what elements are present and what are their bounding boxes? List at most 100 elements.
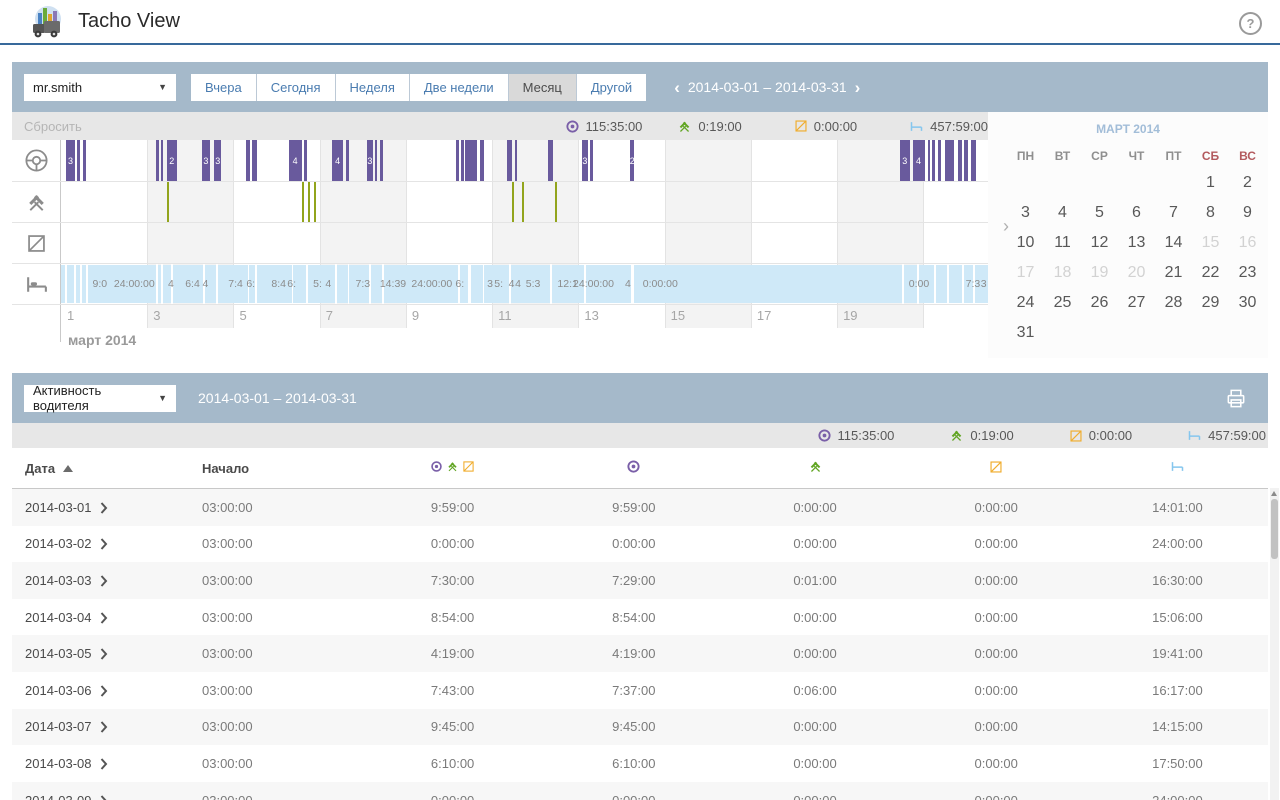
rest-duration-label: 7:3 — [356, 264, 371, 304]
calendar-day[interactable]: 31 — [1007, 318, 1044, 348]
rest-duration-label: 5:3 — [526, 264, 541, 304]
table-row[interactable]: 2014-03-0703:00:009:45:009:45:000:00:000… — [12, 709, 1268, 746]
calendar-day[interactable]: 19 — [1081, 258, 1118, 288]
calendar-day[interactable]: 27 — [1118, 288, 1155, 318]
report-select[interactable]: Активность водителя ▼ — [24, 385, 176, 412]
calendar-day[interactable]: 5 — [1081, 198, 1118, 228]
driving-bar — [77, 140, 80, 181]
calendar: МАРТ 2014 ПНВТСРЧТПТСБВС1234567891011121… — [988, 112, 1268, 358]
driver-select[interactable]: mr.smith ▼ — [24, 74, 176, 101]
period-button[interactable]: Вчера — [191, 74, 256, 101]
period-button[interactable]: Две недели — [409, 74, 508, 101]
driving-bar — [938, 140, 940, 181]
timeline-scroll-next-icon[interactable]: › — [1003, 216, 1009, 237]
driving-bar — [590, 140, 592, 181]
timeline-toolbar: mr.smith ▼ ВчераСегодняНеделяДве неделиМ… — [12, 62, 1268, 112]
calendar-day[interactable]: 7 — [1155, 198, 1192, 228]
period-button[interactable]: Месяц — [508, 74, 576, 101]
cell-start: 03:00:00 — [202, 793, 362, 800]
row-expand-icon — [100, 721, 108, 733]
cell-rest: 17:50:00 — [1087, 756, 1268, 771]
help-icon[interactable]: ? — [1239, 12, 1262, 35]
calendar-day[interactable]: 16 — [1229, 228, 1266, 258]
calendar-day[interactable]: 11 — [1044, 228, 1081, 258]
cell-start: 03:00:00 — [202, 500, 362, 515]
table-row[interactable]: 2014-03-0403:00:008:54:008:54:000:00:000… — [12, 599, 1268, 636]
reset-button[interactable]: Сбросить — [12, 119, 82, 134]
calendar-day[interactable]: 10 — [1007, 228, 1044, 258]
calendar-day[interactable]: 9 — [1229, 198, 1266, 228]
calendar-day[interactable]: 15 — [1192, 228, 1229, 258]
table-row[interactable]: 2014-03-0303:00:007:30:007:29:000:01:000… — [12, 562, 1268, 599]
driving-icon — [565, 119, 580, 134]
cell-rest: 24:00:00 — [1087, 536, 1268, 551]
calendar-day[interactable]: 24 — [1007, 288, 1044, 318]
calendar-day[interactable]: 14 — [1155, 228, 1192, 258]
column-header-date[interactable]: Дата — [12, 461, 202, 476]
calendar-day[interactable]: 18 — [1044, 258, 1081, 288]
cell-work: 0:00:00 — [724, 719, 905, 734]
axis-tick-label: 3 — [147, 308, 160, 323]
calendar-day[interactable]: 13 — [1118, 228, 1155, 258]
table-row[interactable]: 2014-03-0503:00:004:19:004:19:000:00:000… — [12, 635, 1268, 672]
work-bar — [512, 182, 514, 222]
calendar-weekday: ЧТ — [1118, 144, 1155, 168]
calendar-day[interactable]: 6 — [1118, 198, 1155, 228]
calendar-day[interactable]: 26 — [1081, 288, 1118, 318]
calendar-day[interactable]: 3 — [1007, 198, 1044, 228]
table-row[interactable]: 2014-03-0103:00:009:59:009:59:000:00:000… — [12, 489, 1268, 526]
stat-driving: 115:35:00 — [565, 119, 643, 134]
cell-total: 8:54:00 — [362, 610, 543, 625]
rest-duration-label: 3 — [487, 264, 493, 304]
column-header-total[interactable] — [362, 460, 543, 476]
cell-rest: 14:01:00 — [1087, 500, 1268, 515]
calendar-day[interactable]: 12 — [1081, 228, 1118, 258]
work-bar — [522, 182, 524, 222]
calendar-day[interactable]: 25 — [1044, 288, 1081, 318]
table-row[interactable]: 2014-03-0203:00:000:00:000:00:000:00:000… — [12, 526, 1268, 563]
table-row[interactable]: 2014-03-0803:00:006:10:006:10:000:00:000… — [12, 745, 1268, 782]
prev-period-icon[interactable]: ‹ — [674, 79, 680, 96]
calendar-day[interactable]: 28 — [1155, 288, 1192, 318]
calendar-day[interactable]: 22 — [1192, 258, 1229, 288]
work-bar — [314, 182, 316, 222]
row-expand-icon — [100, 795, 108, 800]
next-period-icon[interactable]: › — [855, 79, 861, 96]
period-button[interactable]: Другой — [576, 74, 646, 101]
driving-bar: 3 — [202, 140, 211, 181]
table-scrollbar[interactable] — [1270, 488, 1279, 800]
column-header-driving[interactable] — [543, 459, 724, 477]
column-header-availability[interactable] — [906, 460, 1087, 477]
period-button[interactable]: Сегодня — [256, 74, 335, 101]
report-select-value: Активность водителя — [33, 383, 158, 413]
scrollbar-thumb[interactable] — [1271, 499, 1278, 559]
driving-bar — [932, 140, 935, 181]
calendar-day[interactable]: 8 — [1192, 198, 1229, 228]
calendar-day[interactable]: 4 — [1044, 198, 1081, 228]
cell-rest: 24:00:00 — [1087, 793, 1268, 800]
driving-bar — [480, 140, 484, 181]
availability-icon — [12, 223, 60, 263]
axis-tick-label: 1 — [61, 308, 74, 323]
row-expand-icon — [100, 502, 108, 514]
calendar-day[interactable]: 17 — [1007, 258, 1044, 288]
period-button[interactable]: Неделя — [335, 74, 409, 101]
rest-duration-label: 4 — [509, 264, 515, 304]
table-row[interactable]: 2014-03-0903:00:000:00:000:00:000:00:000… — [12, 782, 1268, 800]
calendar-day[interactable]: 21 — [1155, 258, 1192, 288]
calendar-day[interactable]: 30 — [1229, 288, 1266, 318]
scroll-up-icon[interactable] — [1271, 491, 1277, 496]
calendar-day[interactable]: 29 — [1192, 288, 1229, 318]
axis-tick-label: 11 — [492, 308, 512, 323]
column-header-start[interactable]: Начало — [202, 461, 362, 476]
column-header-work[interactable] — [724, 459, 905, 477]
row-expand-icon — [100, 685, 108, 697]
axis-tick-label: 9 — [406, 308, 419, 323]
column-header-rest[interactable] — [1087, 459, 1268, 477]
calendar-day[interactable]: 23 — [1229, 258, 1266, 288]
calendar-day[interactable]: 20 — [1118, 258, 1155, 288]
calendar-day[interactable]: 1 — [1192, 168, 1229, 198]
print-icon[interactable] — [1224, 387, 1248, 410]
calendar-day[interactable]: 2 — [1229, 168, 1266, 198]
table-row[interactable]: 2014-03-0603:00:007:43:007:37:000:06:000… — [12, 672, 1268, 709]
